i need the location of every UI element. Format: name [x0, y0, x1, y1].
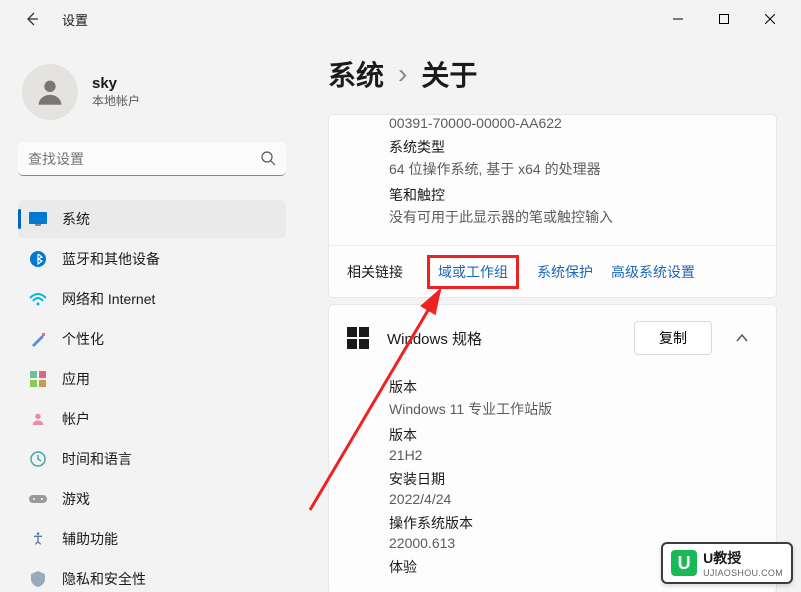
nav-label: 帐户 — [62, 409, 90, 429]
back-arrow-icon — [24, 11, 40, 27]
minimize-button[interactable] — [655, 3, 701, 35]
nav-system[interactable]: 系统 — [18, 200, 286, 238]
accessibility-icon — [28, 529, 48, 549]
nav-label: 个性化 — [62, 329, 104, 349]
nav-label: 时间和语言 — [62, 449, 132, 469]
sidebar: sky 本地帐户 系统 蓝牙和其他设备 网络和 Internet 个性化 应用 … — [0, 38, 300, 592]
related-links-row: 相关链接 域或工作组 系统保护 高级系统设置 — [329, 245, 776, 297]
time-icon — [28, 449, 48, 469]
titlebar: 设置 — [0, 0, 801, 38]
link-system-protection[interactable]: 系统保护 — [537, 262, 593, 282]
nav-accessibility[interactable]: 辅助功能 — [18, 520, 286, 558]
collapse-button[interactable] — [726, 322, 758, 354]
avatar — [22, 64, 78, 120]
nav-label: 蓝牙和其他设备 — [62, 249, 160, 269]
back-button[interactable] — [18, 5, 46, 33]
nav-network[interactable]: 网络和 Internet — [18, 280, 286, 318]
watermark-logo-icon: U — [671, 550, 697, 576]
apps-icon — [28, 369, 48, 389]
link-domain-workgroup[interactable]: 域或工作组 — [427, 255, 519, 289]
breadcrumb-root[interactable]: 系统 — [328, 54, 384, 94]
related-label: 相关链接 — [347, 262, 403, 282]
close-button[interactable] — [747, 3, 793, 35]
nav-personalize[interactable]: 个性化 — [18, 320, 286, 358]
breadcrumb-current: 关于 — [421, 54, 477, 94]
version-label: 版本 — [389, 425, 776, 445]
nav-apps[interactable]: 应用 — [18, 360, 286, 398]
watermark: U U教授 UJIAOSHOU.COM — [661, 542, 793, 584]
window-title: 设置 — [62, 10, 88, 29]
chevron-up-icon — [735, 331, 749, 345]
search-input[interactable] — [18, 142, 286, 176]
watermark-name: U教授 — [703, 548, 783, 568]
accounts-icon — [28, 409, 48, 429]
nav-label: 游戏 — [62, 489, 90, 509]
nav-list: 系统 蓝牙和其他设备 网络和 Internet 个性化 应用 帐户 时间和语言 … — [18, 200, 286, 592]
search-icon — [260, 150, 276, 169]
gaming-icon — [28, 489, 48, 509]
user-type: 本地帐户 — [92, 92, 140, 109]
copy-button[interactable]: 复制 — [634, 321, 712, 355]
edition-value: Windows 11 专业工作站版 — [389, 399, 776, 419]
network-icon — [28, 289, 48, 309]
edition-label: 版本 — [389, 377, 776, 397]
minimize-icon — [673, 14, 683, 24]
product-id-value: 00391-70000-00000-AA622 — [389, 115, 776, 131]
pen-touch-label: 笔和触控 — [389, 185, 776, 205]
nav-label: 网络和 Internet — [62, 289, 155, 309]
nav-label: 辅助功能 — [62, 529, 118, 549]
bluetooth-icon — [28, 249, 48, 269]
version-value: 21H2 — [389, 447, 776, 463]
nav-time[interactable]: 时间和语言 — [18, 440, 286, 478]
nav-label: 隐私和安全性 — [62, 569, 146, 589]
nav-privacy[interactable]: 隐私和安全性 — [18, 560, 286, 592]
system-type-label: 系统类型 — [389, 137, 776, 157]
maximize-button[interactable] — [701, 3, 747, 35]
system-icon — [28, 209, 48, 229]
main-content: 系统 › 关于 00391-70000-00000-AA622 系统类型 64 … — [300, 38, 801, 592]
nav-gaming[interactable]: 游戏 — [18, 480, 286, 518]
personalize-icon — [28, 329, 48, 349]
link-advanced-settings[interactable]: 高级系统设置 — [611, 262, 695, 282]
os-build-label: 操作系统版本 — [389, 513, 776, 533]
nav-label: 系统 — [62, 209, 90, 229]
user-account-row[interactable]: sky 本地帐户 — [18, 64, 286, 120]
user-name: sky — [92, 75, 140, 92]
privacy-icon — [28, 569, 48, 589]
close-icon — [765, 14, 775, 24]
install-date-label: 安装日期 — [389, 469, 776, 489]
nav-label: 应用 — [62, 369, 90, 389]
breadcrumb-separator: › — [398, 58, 407, 90]
windows-specs-title: Windows 规格 — [387, 328, 482, 349]
pen-touch-value: 没有可用于此显示器的笔或触控输入 — [389, 207, 776, 227]
nav-accounts[interactable]: 帐户 — [18, 400, 286, 438]
install-date-value: 2022/4/24 — [389, 491, 776, 507]
breadcrumb: 系统 › 关于 — [328, 54, 777, 94]
maximize-icon — [719, 14, 729, 24]
device-specs-card: 00391-70000-00000-AA622 系统类型 64 位操作系统, 基… — [328, 114, 777, 298]
nav-bluetooth[interactable]: 蓝牙和其他设备 — [18, 240, 286, 278]
avatar-icon — [33, 75, 67, 109]
system-type-value: 64 位操作系统, 基于 x64 的处理器 — [389, 159, 776, 179]
windows-icon — [347, 327, 369, 349]
watermark-url: UJIAOSHOU.COM — [703, 568, 783, 578]
